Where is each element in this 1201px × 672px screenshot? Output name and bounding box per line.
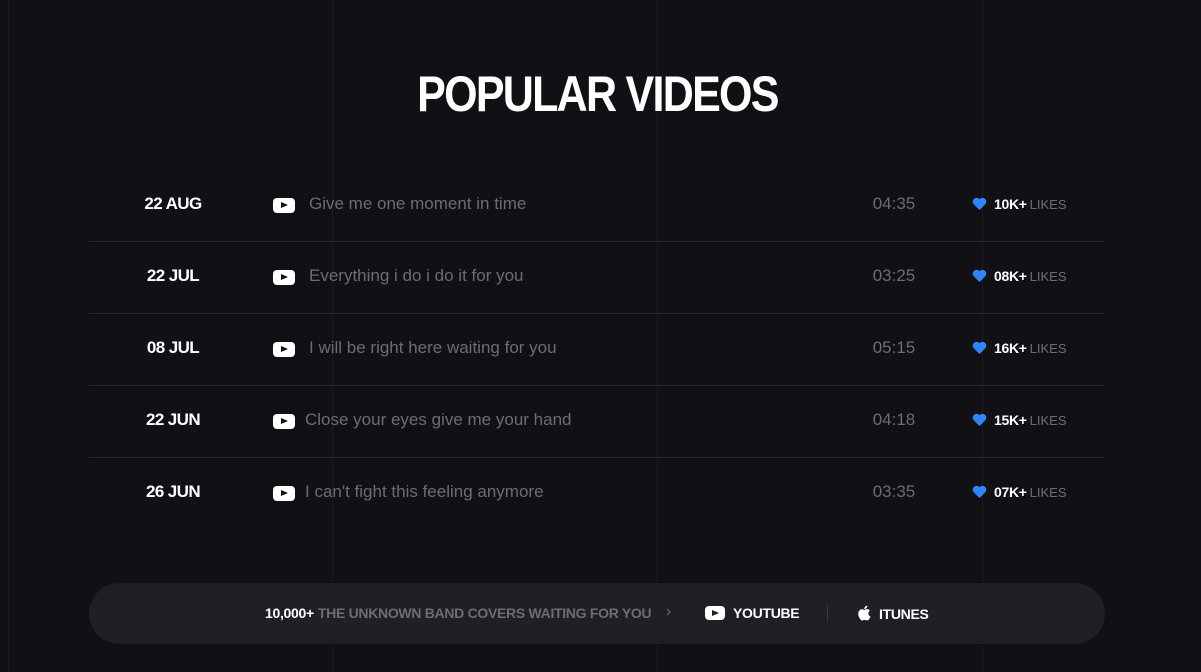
video-row[interactable]: 26 JUN I can't fight this feeling anymor…	[89, 458, 1105, 529]
video-title[interactable]: I can't fight this feeling anymore	[305, 482, 544, 502]
video-date: 08 JUL	[146, 338, 200, 357]
youtube-link[interactable]: YOUTUBE	[705, 605, 800, 621]
heart-icon	[972, 413, 987, 426]
covers-text[interactable]: 10,000+ THE UNKNOWN BAND COVERS WAITING F…	[265, 605, 652, 621]
apple-icon	[858, 605, 871, 621]
video-likes: 15K+ LIKES	[972, 412, 1067, 428]
video-likes: 16K+ LIKES	[972, 340, 1067, 356]
video-date: 22 JUN	[145, 410, 201, 429]
itunes-label: ITUNES	[879, 606, 929, 622]
likes-count: 16K+	[994, 340, 1027, 356]
covers-banner: 10,000+ THE UNKNOWN BAND COVERS WAITING F…	[89, 583, 1105, 644]
video-date: 22 AUG	[144, 194, 202, 213]
likes-count: 08K+	[994, 268, 1027, 284]
video-duration: 05:15	[872, 338, 916, 357]
video-duration: 03:35	[872, 482, 916, 501]
heart-icon	[972, 269, 987, 282]
likes-count: 10K+	[994, 196, 1027, 212]
likes-label: LIKES	[1029, 485, 1067, 500]
itunes-link[interactable]: ITUNES	[857, 605, 929, 622]
heart-icon	[972, 341, 987, 354]
video-row[interactable]: 22 JUN Close your eyes give me your hand…	[89, 386, 1105, 458]
likes-count: 07K+	[994, 484, 1027, 500]
youtube-icon[interactable]	[273, 270, 295, 285]
likes-label: LIKES	[1029, 341, 1067, 356]
video-title[interactable]: Close your eyes give me your hand	[305, 410, 571, 430]
video-likes: 10K+ LIKES	[972, 196, 1067, 212]
video-title[interactable]: I will be right here waiting for you	[309, 338, 557, 358]
divider	[827, 605, 828, 621]
youtube-icon[interactable]	[273, 414, 295, 429]
grid-line	[8, 0, 9, 672]
likes-label: LIKES	[1029, 269, 1067, 284]
likes-label: LIKES	[1029, 413, 1067, 428]
covers-count: 10,000+	[265, 605, 314, 621]
video-likes: 07K+ LIKES	[972, 484, 1067, 500]
covers-description: THE UNKNOWN BAND COVERS WAITING FOR YOU	[317, 605, 652, 621]
section-title: POPULAR VIDEOS	[417, 66, 779, 122]
chevron-right-icon[interactable]: ›	[666, 603, 671, 621]
video-duration: 03:25	[872, 266, 916, 285]
youtube-icon[interactable]	[273, 342, 295, 357]
video-date: 22 JUL	[146, 266, 200, 285]
video-likes: 08K+ LIKES	[972, 268, 1067, 284]
video-row[interactable]: 22 AUG Give me one moment in time 04:35 …	[89, 170, 1105, 242]
youtube-icon[interactable]	[273, 486, 295, 501]
youtube-icon[interactable]	[273, 198, 295, 213]
likes-count: 15K+	[994, 412, 1027, 428]
youtube-label: YOUTUBE	[733, 605, 800, 621]
youtube-icon	[705, 606, 725, 620]
video-duration: 04:18	[872, 410, 916, 429]
video-row[interactable]: 22 JUL Everything i do i do it for you 0…	[89, 242, 1105, 314]
video-title[interactable]: Give me one moment in time	[309, 194, 526, 214]
likes-label: LIKES	[1029, 197, 1067, 212]
video-list: 22 AUG Give me one moment in time 04:35 …	[89, 170, 1105, 529]
video-date: 26 JUN	[145, 482, 201, 501]
heart-icon	[972, 485, 987, 498]
video-duration: 04:35	[872, 194, 916, 213]
video-title[interactable]: Everything i do i do it for you	[309, 266, 524, 286]
video-row[interactable]: 08 JUL I will be right here waiting for …	[89, 314, 1105, 386]
heart-icon	[972, 197, 987, 210]
